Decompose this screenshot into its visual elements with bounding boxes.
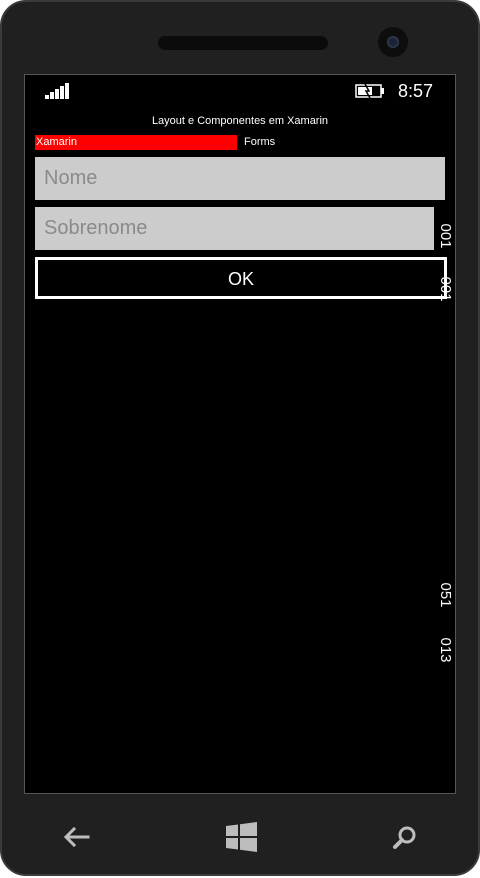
camera-icon (378, 27, 408, 57)
signal-strength-icon (45, 83, 75, 99)
navigation-bar (2, 798, 480, 878)
side-label-1: 001 (437, 223, 454, 249)
side-label-2: 001 (437, 276, 454, 302)
phone-screen: 8:57 Layout e Componentes em Xamarin Xam… (24, 74, 456, 794)
xamarin-label: Xamarin (35, 135, 237, 150)
surname-input[interactable] (35, 207, 434, 250)
side-label-3: 051 (437, 582, 454, 608)
ok-button[interactable]: OK (35, 257, 447, 299)
status-bar: 8:57 (25, 75, 455, 105)
page-title: Layout e Componentes em Xamarin (151, 115, 329, 127)
speaker-grille (158, 36, 328, 50)
windows-start-icon[interactable] (226, 822, 257, 852)
side-label-4: 013 (437, 637, 454, 663)
phone-device: 8:57 Layout e Componentes em Xamarin Xam… (0, 0, 480, 876)
back-icon[interactable] (62, 826, 90, 848)
battery-charging-icon (355, 84, 384, 98)
name-input[interactable] (35, 157, 445, 200)
search-icon[interactable] (392, 826, 418, 850)
status-time: 8:57 (397, 81, 433, 101)
forms-label: Forms (244, 136, 276, 148)
